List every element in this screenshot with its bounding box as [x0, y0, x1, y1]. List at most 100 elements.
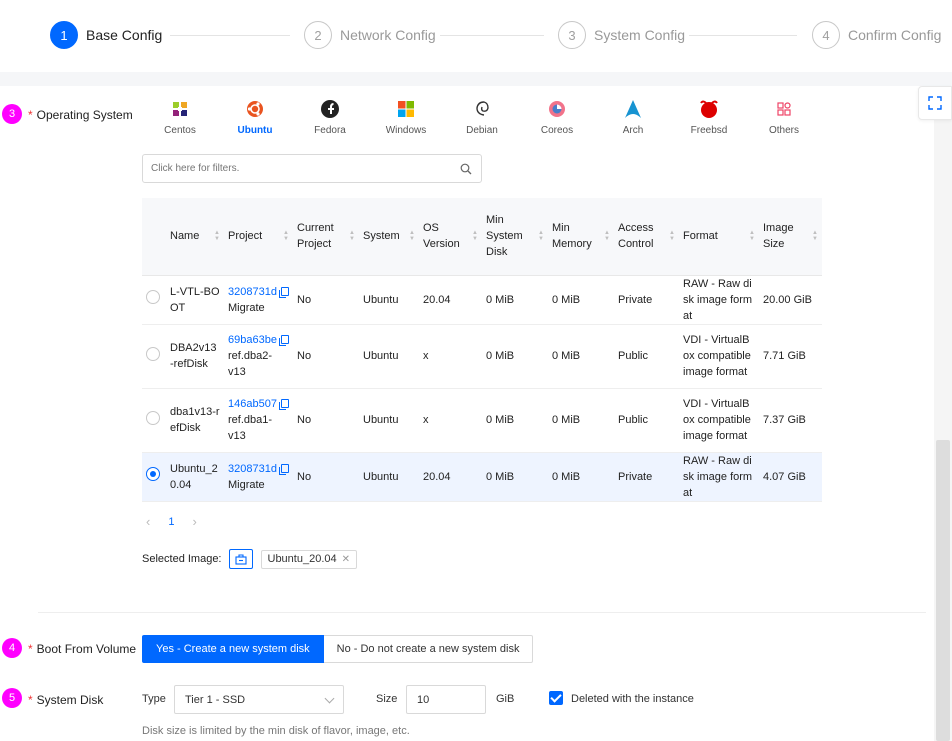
col-image-size[interactable]: Image Size ▲ ▼ [759, 198, 822, 276]
cell-project: 146ab507 ref.dba1-v13 [224, 388, 293, 453]
cell-min-disk: 0 MiB [482, 452, 548, 502]
sort-icon[interactable]: ▲ ▼ [349, 230, 355, 242]
copy-icon[interactable] [278, 463, 289, 475]
table-row[interactable]: dba1v13-refDisk 146ab507 ref.dba1-v13 No … [142, 388, 822, 453]
step-connector [689, 35, 797, 36]
cell-format: VDI - VirtualBox compatible image format [679, 388, 759, 453]
annotation-badge: 4 [2, 638, 22, 658]
col-current-project[interactable]: Current Project ▲ ▼ [293, 198, 359, 276]
boot-volume-yes-button[interactable]: Yes - Create a new system disk [142, 635, 324, 663]
os-option-debian[interactable]: Debian [452, 98, 512, 136]
chevron-down-icon [324, 693, 335, 704]
col-os-version[interactable]: OS Version ▲ ▼ [419, 198, 482, 276]
cell-current-project: No [293, 452, 359, 502]
project-link[interactable]: 146ab507 [228, 398, 289, 410]
ubuntu-icon [225, 98, 285, 120]
col-format[interactable]: Format ▲ ▼ [679, 198, 759, 276]
disk-size-hint: Disk size is limited by the min disk of … [142, 725, 410, 737]
cell-system: Ubuntu [359, 388, 419, 453]
project-link[interactable]: 3208731d [228, 463, 289, 475]
required-mark: * [28, 693, 33, 707]
col-access-control[interactable]: Access Control ▲ ▼ [614, 198, 679, 276]
close-icon[interactable]: ✕ [342, 554, 350, 565]
sort-icon[interactable]: ▲ ▼ [214, 230, 220, 242]
step-connector [440, 35, 544, 36]
sort-icon[interactable]: ▲ ▼ [604, 230, 610, 242]
row-radio[interactable] [146, 290, 160, 304]
copy-icon[interactable] [278, 335, 289, 346]
os-option-centos[interactable]: Centos [150, 98, 210, 136]
sort-icon[interactable]: ▲ ▼ [669, 230, 675, 242]
os-option-others[interactable]: Others [754, 98, 814, 136]
row-radio[interactable] [146, 467, 160, 481]
cell-os-version: 20.04 [419, 452, 482, 502]
selected-image-tag: Ubuntu_20.04 ✕ [260, 549, 358, 569]
cell-min-disk: 0 MiB [482, 388, 548, 453]
sort-icon[interactable]: ▲ ▼ [283, 230, 289, 242]
sort-icon[interactable]: ▲ ▼ [472, 230, 478, 242]
sort-icon[interactable]: ▲ ▼ [812, 230, 818, 242]
prev-page-button[interactable]: ‹ [146, 514, 150, 529]
project-link[interactable]: 3208731d [228, 286, 289, 298]
scrollbar-thumb[interactable] [936, 440, 950, 741]
system-disk-label: * System Disk [28, 693, 104, 707]
sort-icon[interactable]: ▲ ▼ [538, 230, 544, 242]
cell-name: dba1v13-refDisk [166, 388, 224, 453]
os-option-ubuntu[interactable]: Ubuntu [225, 98, 285, 136]
page-number[interactable]: 1 [168, 516, 174, 528]
col-project[interactable]: Project ▲ ▼ [224, 198, 293, 276]
sort-icon[interactable]: ▲ ▼ [749, 230, 755, 242]
step-network-config[interactable]: 2 Network Config [304, 20, 436, 50]
copy-icon[interactable] [278, 399, 289, 410]
os-option-windows[interactable]: Windows [376, 98, 436, 136]
row-radio[interactable] [146, 346, 160, 361]
step-system-config[interactable]: 3 System Config [558, 20, 685, 50]
section-gap [0, 72, 952, 86]
step-label: Confirm Config [848, 27, 942, 43]
windows-icon [376, 98, 436, 120]
next-page-button[interactable]: › [192, 514, 196, 529]
image-info-button[interactable] [228, 549, 253, 569]
os-option-fedora[interactable]: Fedora [300, 98, 360, 136]
table-row[interactable]: L-VTL-BOOT 3208731d Migrate No Ubuntu 20.… [142, 275, 822, 325]
cell-os-version: x [419, 324, 482, 389]
image-filter[interactable] [142, 154, 482, 183]
cell-format: RAW - Raw disk image format [679, 275, 759, 325]
disk-size-unit: GiB [496, 693, 515, 705]
disk-size-input[interactable]: 10 [406, 685, 486, 714]
step-base-config[interactable]: 1 Base Config [50, 20, 162, 50]
cell-name: Ubuntu_20.04 [166, 452, 224, 502]
fullscreen-button[interactable] [918, 86, 952, 120]
cell-access: Public [614, 324, 679, 389]
os-option-freebsd[interactable]: Freebsd [679, 98, 739, 136]
row-radio[interactable] [146, 410, 160, 425]
boot-volume-toggle: Yes - Create a new system disk No - Do n… [142, 635, 534, 663]
filter-input[interactable] [143, 155, 443, 182]
selected-image: Selected Image: Ubuntu_20.04 ✕ [142, 549, 358, 569]
cell-access: Public [614, 388, 679, 453]
step-confirm-config[interactable]: 4 Confirm Config [812, 20, 941, 50]
search-icon[interactable] [460, 163, 472, 175]
sort-icon[interactable]: ▲ ▼ [409, 230, 415, 242]
project-link[interactable]: 69ba63be [228, 334, 289, 346]
cell-project: 69ba63be ref.dba2-v13 [224, 324, 293, 389]
cell-size: 7.37 GiB [759, 388, 822, 453]
os-option-arch[interactable]: Arch [603, 98, 663, 136]
cell-os-version: x [419, 388, 482, 453]
os-option-coreos[interactable]: Coreos [527, 98, 587, 136]
copy-icon[interactable] [278, 286, 289, 298]
delete-with-instance-checkbox[interactable] [549, 691, 563, 705]
col-min-memory[interactable]: Min Memory ▲ ▼ [548, 198, 614, 276]
table-row[interactable]: Ubuntu_20.04 3208731d Migrate No Ubuntu 2… [142, 452, 822, 502]
col-min-system-disk[interactable]: Min System Disk ▲ ▼ [482, 198, 548, 276]
cell-min-memory: 0 MiB [548, 275, 614, 325]
image-table: Name ▲ ▼ Project ▲ ▼ Current Project ▲ ▼ Syste… [142, 198, 822, 502]
table-row[interactable]: DBA2v13-refDisk 69ba63be ref.dba2-v13 No … [142, 324, 822, 389]
expand-icon [928, 96, 942, 110]
cell-name: L-VTL-BOOT [166, 275, 224, 325]
divider [38, 612, 926, 613]
boot-volume-no-button[interactable]: No - Do not create a new system disk [323, 635, 534, 663]
col-name[interactable]: Name ▲ ▼ [166, 198, 224, 276]
col-system[interactable]: System ▲ ▼ [359, 198, 419, 276]
disk-type-select[interactable]: Tier 1 - SSD [174, 685, 344, 714]
